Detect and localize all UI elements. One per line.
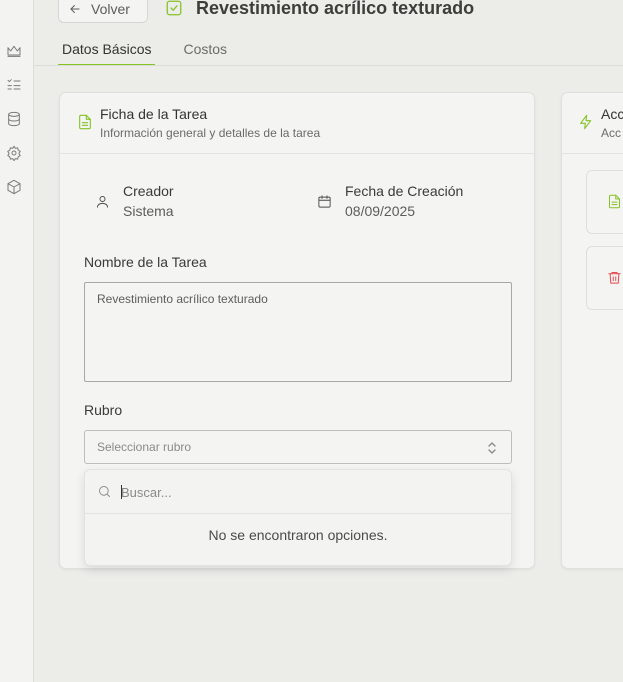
creator-value: Sistema <box>123 203 174 219</box>
chevron-up-down-icon <box>485 440 499 456</box>
user-icon <box>95 194 111 210</box>
crown-icon[interactable] <box>5 42 23 60</box>
back-button[interactable]: Volver <box>58 0 148 23</box>
category-select[interactable]: Seleccionar rubro <box>84 430 512 464</box>
task-name-field[interactable]: Revestimiento acrílico texturado <box>84 282 512 382</box>
task-card-title: Ficha de la Tarea <box>100 106 208 122</box>
trash-icon <box>607 270 623 286</box>
sidebar <box>0 0 34 682</box>
creation-date-label: Fecha de Creación <box>345 183 464 199</box>
search-icon <box>97 484 113 500</box>
creation-date-value: 08/09/2025 <box>345 203 416 219</box>
task-card-subtitle: Información general y detalles de la tar… <box>100 126 321 140</box>
dropdown-empty-message: No se encontraron opciones. <box>208 527 388 543</box>
task-card: Ficha de la Tarea Información general y … <box>59 92 535 569</box>
tab-bar: Datos Básicos Costos <box>58 37 255 66</box>
category-label: Rubro <box>84 402 123 418</box>
delete-action-button[interactable] <box>586 246 623 310</box>
checked-square-icon <box>165 0 183 17</box>
actions-card-header: Acc Acc <box>562 93 623 154</box>
document-icon <box>607 194 623 210</box>
document-action-button[interactable] <box>586 170 623 234</box>
actions-card-subtitle: Acc <box>601 126 622 140</box>
dropdown-search-input[interactable] <box>121 481 481 503</box>
category-select-placeholder: Seleccionar rubro <box>97 440 192 454</box>
package-icon[interactable] <box>5 178 23 196</box>
task-card-header: Ficha de la Tarea Información general y … <box>60 93 534 154</box>
arrow-left-icon <box>70 4 80 13</box>
document-icon <box>77 114 93 130</box>
tab-costos[interactable]: Costos <box>179 37 231 66</box>
back-button-label: Volver <box>91 0 130 17</box>
actions-card: Acc Acc <box>561 92 623 569</box>
actions-card-title: Acc <box>601 106 623 122</box>
tab-datos-basicos[interactable]: Datos Básicos <box>58 37 156 66</box>
task-name-label: Nombre de la Tarea <box>84 254 207 270</box>
page-title: Revestimiento acrílico texturado <box>196 0 475 18</box>
creator-label: Creador <box>123 183 174 199</box>
gear-icon[interactable] <box>5 144 23 162</box>
list-check-icon[interactable] <box>5 76 23 94</box>
tab-divider <box>34 65 623 66</box>
lightning-icon <box>578 114 594 130</box>
category-dropdown: No se encontraron opciones. <box>84 469 512 566</box>
calendar-icon <box>317 194 333 210</box>
page-header: Volver Revestimiento acrílico texturado … <box>34 0 623 66</box>
dropdown-search <box>85 470 511 514</box>
database-icon[interactable] <box>5 110 23 128</box>
